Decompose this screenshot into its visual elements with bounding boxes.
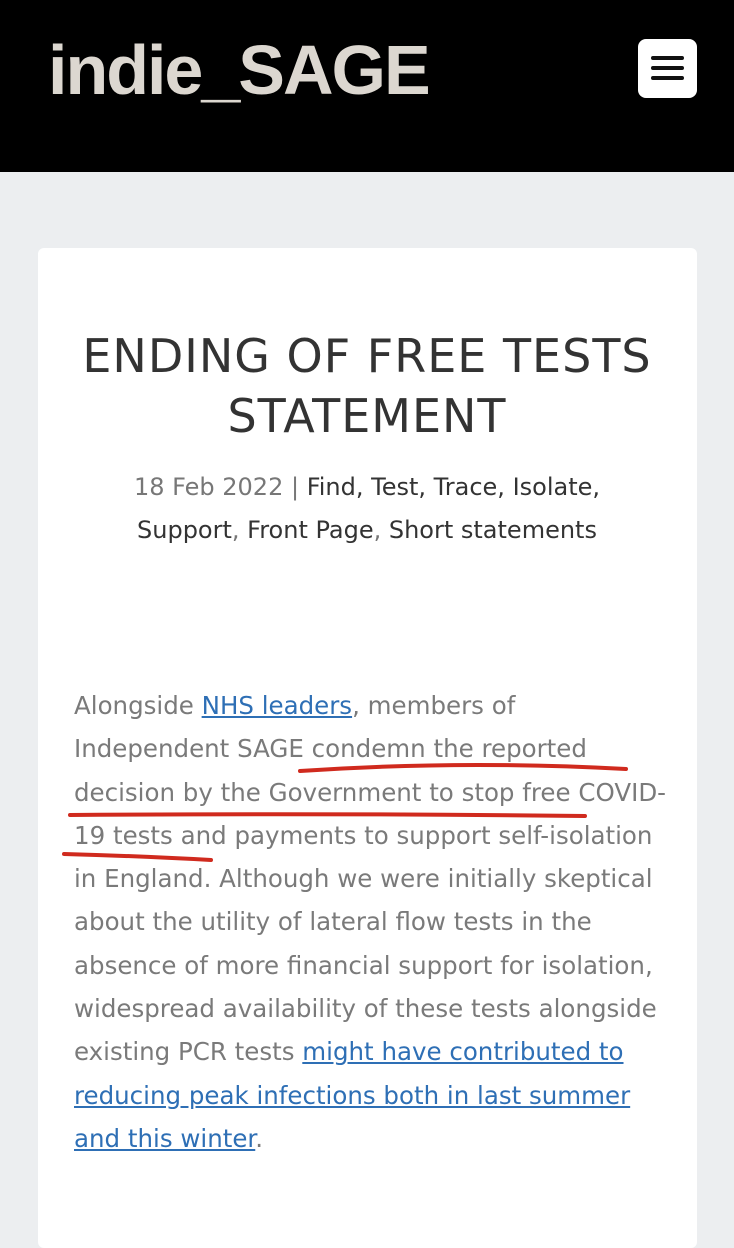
annotation-stroke-3 bbox=[62, 852, 213, 862]
annotation-stroke-1 bbox=[298, 762, 628, 773]
red-underline-annotation bbox=[62, 762, 628, 862]
annotation-stroke-2 bbox=[68, 812, 587, 818]
